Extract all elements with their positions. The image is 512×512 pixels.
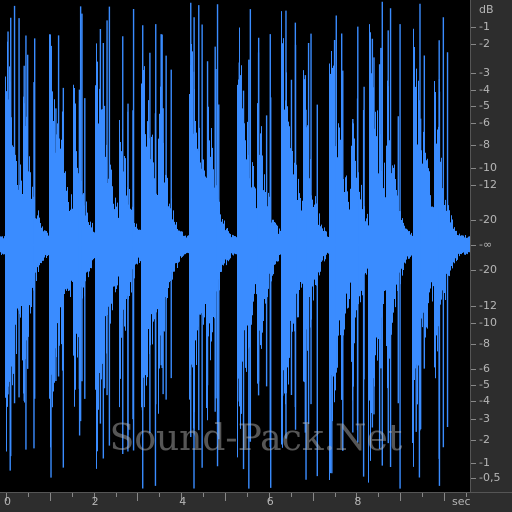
time-tick-label: 4 xyxy=(179,495,187,508)
db-tick xyxy=(471,73,476,74)
time-unit-label: sec xyxy=(452,495,471,508)
db-tick xyxy=(471,385,476,386)
db-tick-label: -8 xyxy=(479,337,490,350)
db-tick xyxy=(471,401,476,402)
db-tick-label: -4 xyxy=(479,394,490,407)
db-tick-label: -10 xyxy=(479,161,497,174)
db-tick-label: -1 xyxy=(479,456,490,469)
db-tick xyxy=(471,106,476,107)
db-tick-label: -2 xyxy=(479,433,490,446)
audio-editor-waveform-view: dB -1 -2 -3 -4 -5 -6 -8 -10 -12 -20 -∞ -20 -12 -10 -8-… xyxy=(0,0,512,512)
db-center-label: -∞ xyxy=(479,238,493,251)
db-tick xyxy=(471,419,476,420)
db-tick-label: -3 xyxy=(479,66,490,79)
time-tick xyxy=(71,493,73,497)
time-tick xyxy=(312,493,314,501)
db-tick-label: -12 xyxy=(479,178,497,191)
db-tick-label: -5 xyxy=(479,378,490,391)
db-tick xyxy=(471,90,476,91)
waveform-canvas xyxy=(0,1,470,489)
time-tick xyxy=(203,493,205,497)
db-tick-label: -4 xyxy=(479,83,490,96)
db-tick-label: -1 xyxy=(479,20,490,33)
db-tick-label: -12 xyxy=(479,299,497,312)
time-tick xyxy=(422,493,424,497)
db-tick xyxy=(471,478,476,479)
time-tick xyxy=(137,493,139,501)
time-ruler: sec 0 2 4 6 8 xyxy=(0,492,512,512)
time-tick xyxy=(290,493,292,497)
db-tick-label: -3 xyxy=(479,412,490,425)
db-tick-label: -20 xyxy=(479,213,497,226)
waveform-group xyxy=(0,1,470,489)
time-tick xyxy=(115,493,117,497)
db-tick xyxy=(471,306,476,307)
db-tick-label: -0,5 xyxy=(479,471,501,484)
time-tick xyxy=(246,493,248,497)
time-tick xyxy=(465,493,467,497)
time-tick-label: 0 xyxy=(4,495,11,508)
db-tick-label: -10 xyxy=(479,316,497,329)
time-tick-label: 6 xyxy=(266,495,274,508)
db-tick xyxy=(471,463,476,464)
db-tick xyxy=(471,270,476,271)
time-tick-label: 2 xyxy=(91,495,99,508)
db-tick xyxy=(471,185,476,186)
db-tick xyxy=(471,123,476,124)
db-tick xyxy=(471,323,476,324)
db-tick xyxy=(471,369,476,370)
db-tick xyxy=(471,245,476,246)
db-tick xyxy=(471,220,476,221)
db-tick-label: -20 xyxy=(479,263,497,276)
db-tick xyxy=(471,27,476,28)
time-tick xyxy=(444,493,445,501)
db-tick xyxy=(471,44,476,45)
db-ruler: dB -1 -2 -3 -4 -5 -6 -8 -10 -12 -20 -∞ -20 -12 -10 -8 -… xyxy=(470,0,512,492)
db-tick-label: -5 xyxy=(479,99,490,112)
time-tick xyxy=(225,493,226,501)
time-tick xyxy=(49,493,51,501)
waveform-display[interactable] xyxy=(0,0,470,492)
time-tick xyxy=(159,493,161,497)
db-tick-label: -2 xyxy=(479,37,490,50)
time-tick xyxy=(27,493,29,497)
time-tick xyxy=(400,493,402,501)
db-tick xyxy=(471,344,476,345)
db-unit-label: dB xyxy=(479,3,494,16)
time-tick-label: 8 xyxy=(354,495,362,508)
time-tick xyxy=(334,493,336,497)
db-tick xyxy=(471,145,476,146)
db-tick xyxy=(471,440,476,441)
db-tick-label: -6 xyxy=(479,116,490,129)
db-tick-label: -6 xyxy=(479,362,490,375)
db-tick xyxy=(471,168,476,169)
db-tick-label: -8 xyxy=(479,138,490,151)
time-tick xyxy=(378,493,380,497)
